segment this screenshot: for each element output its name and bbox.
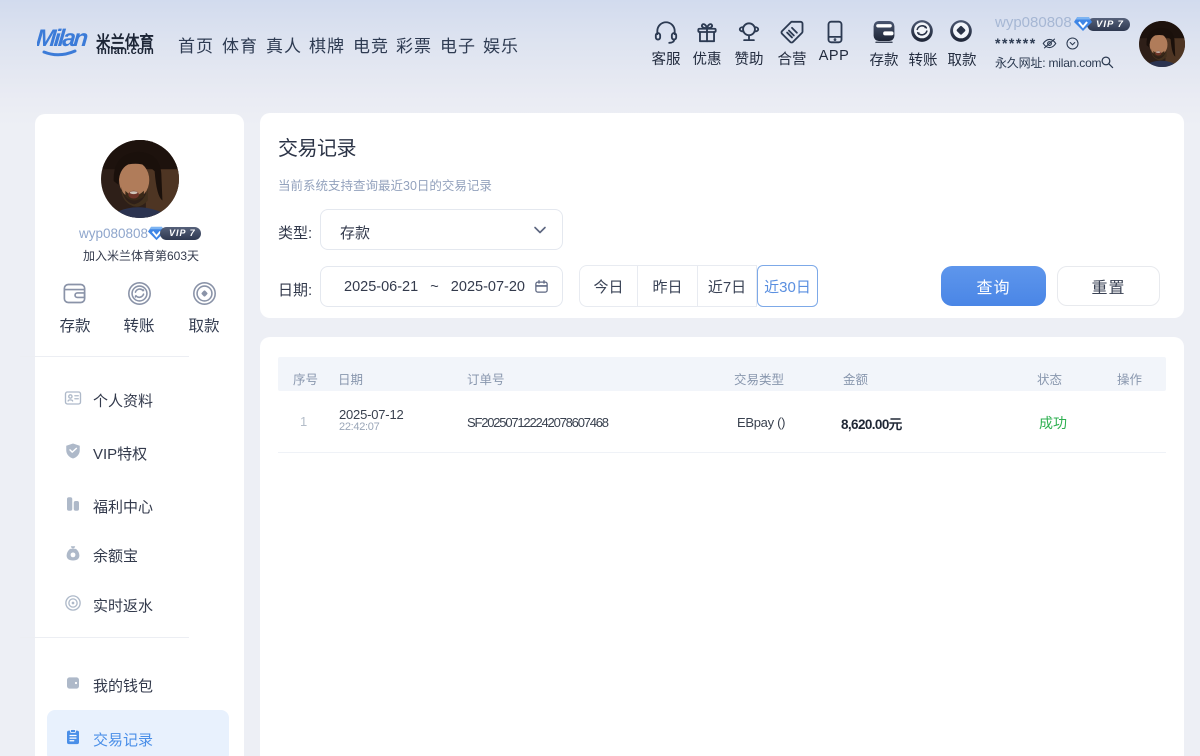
svg-text:Milan: Milan <box>37 25 89 52</box>
